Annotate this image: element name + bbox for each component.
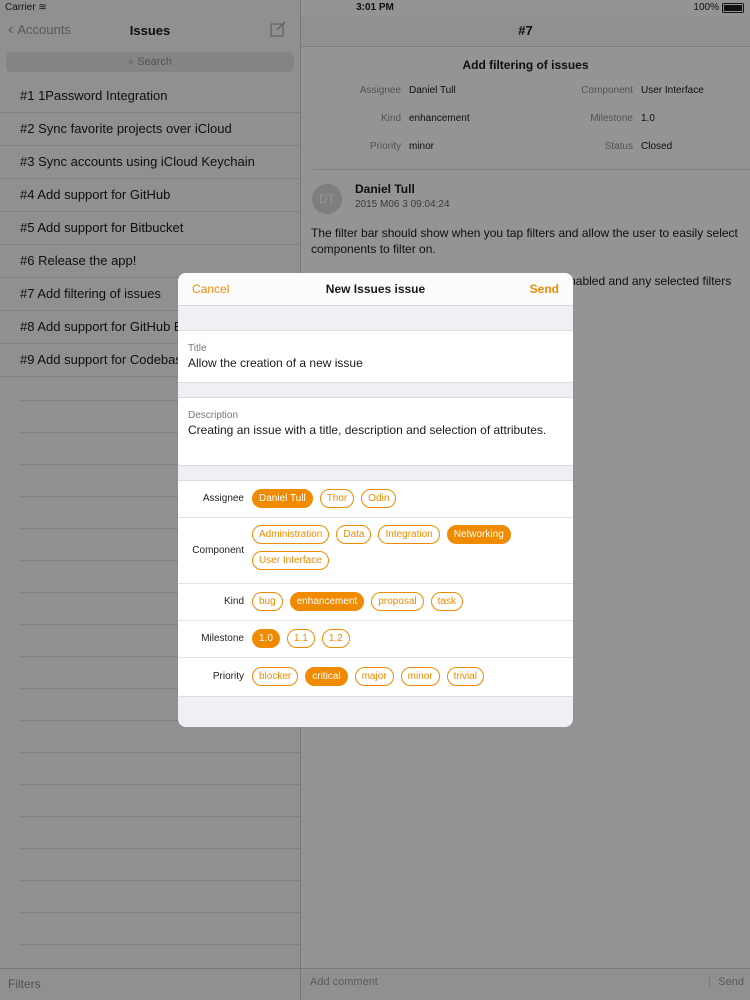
option-chip[interactable]: Daniel Tull xyxy=(252,489,313,508)
clock: 3:01 PM xyxy=(356,2,394,13)
option-chip[interactable]: critical xyxy=(305,667,348,686)
attribute-label: Kind xyxy=(223,596,244,607)
attribute-row-priority: Priority blocker critical major minor trivia… xyxy=(178,657,573,695)
attribute-label: Component xyxy=(192,545,244,556)
option-chip[interactable]: Networking xyxy=(446,525,511,544)
new-issue-sheet: Cancel New Issues issue Send Title Allow… xyxy=(178,273,573,727)
option-chip[interactable]: trivial xyxy=(446,667,484,686)
description-label: Description xyxy=(188,410,239,421)
option-chip[interactable]: User Interface xyxy=(252,551,329,570)
attribute-label: Milestone xyxy=(201,633,244,644)
title-field[interactable]: Title Allow the creation of a new issue xyxy=(178,330,573,383)
battery-percent: 100% xyxy=(693,2,719,13)
description-value: Creating an issue with a title, descript… xyxy=(188,423,547,437)
option-chip[interactable]: enhancement xyxy=(289,592,365,611)
description-field[interactable]: Description Creating an issue with a tit… xyxy=(178,397,573,466)
sheet-nav-bar: Cancel New Issues issue Send xyxy=(178,273,573,306)
option-chip[interactable]: minor xyxy=(400,667,440,686)
option-chip[interactable]: Data xyxy=(336,525,372,544)
attribute-row-component: Component Administration Data Integration N… xyxy=(178,517,573,584)
attribute-row-assignee: Assignee Daniel Tull Thor Odin xyxy=(178,481,573,518)
send-button[interactable]: Send xyxy=(530,282,559,296)
option-chip[interactable]: Odin xyxy=(361,489,397,508)
option-chip[interactable]: blocker xyxy=(252,667,299,686)
option-chip[interactable]: proposal xyxy=(371,592,424,611)
title-label: Title xyxy=(188,343,207,354)
option-chip[interactable]: 1.2 xyxy=(321,629,350,648)
option-chip[interactable]: task xyxy=(430,592,463,611)
status-bar: Carrier ≋ 3:01 PM 100% xyxy=(0,0,750,16)
attribute-label: Priority xyxy=(212,671,244,682)
option-chip[interactable]: major xyxy=(354,667,394,686)
option-chip[interactable]: Administration xyxy=(252,525,330,544)
chip-group: bug enhancement proposal task xyxy=(252,592,567,611)
attribute-label: Assignee xyxy=(202,493,244,504)
option-chip[interactable]: 1.1 xyxy=(286,629,315,648)
app-window: ‹ Accounts Issues ⌕ Search #1 1Password … xyxy=(0,0,750,1000)
option-chip[interactable]: Integration xyxy=(378,525,440,544)
sheet-title: New Issues issue xyxy=(325,282,426,296)
battery-icon xyxy=(722,2,744,13)
battery-area: 100% xyxy=(693,2,744,13)
chip-group: Administration Data Integration Networking U… xyxy=(252,525,567,570)
chip-group: Daniel Tull Thor Odin xyxy=(252,489,567,508)
chip-group: 1.0 1.1 1.2 xyxy=(252,629,567,648)
attribute-row-milestone: Milestone 1.0 1.1 1.2 xyxy=(178,620,573,658)
chip-group: blocker critical major minor trivial xyxy=(252,667,567,686)
option-chip[interactable]: bug xyxy=(252,592,283,611)
attribute-picker: Assignee Daniel Tull Thor Odin Component A… xyxy=(178,480,573,697)
option-chip[interactable]: Thor xyxy=(319,489,355,508)
option-chip[interactable]: 1.0 xyxy=(252,629,280,648)
attribute-row-kind: Kind bug enhancement proposal task xyxy=(178,583,573,621)
title-value: Allow the creation of a new issue xyxy=(188,356,363,370)
